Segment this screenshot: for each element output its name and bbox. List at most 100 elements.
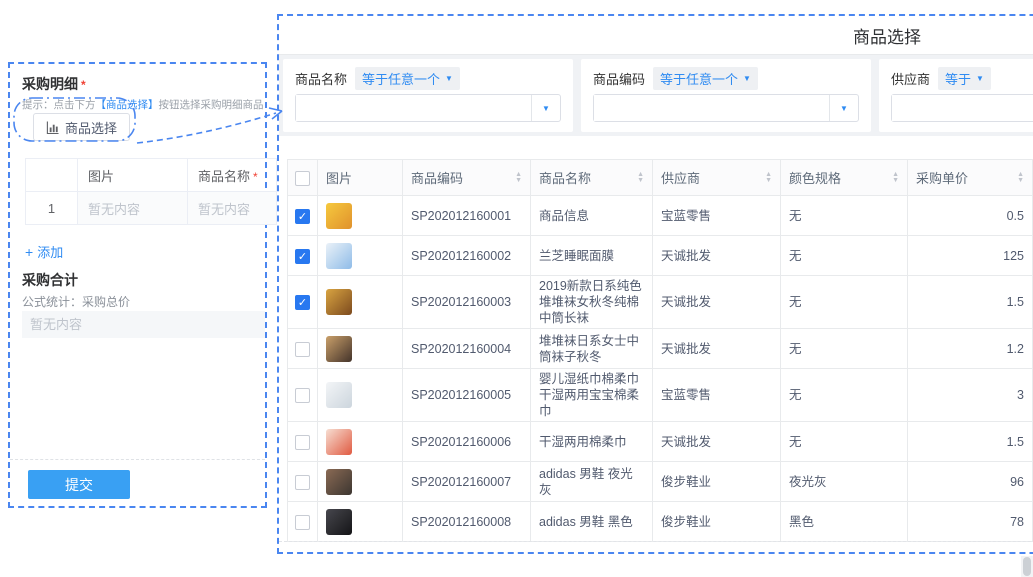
header-spec: 颜色规格▲▼ (781, 160, 908, 196)
cell-name: adidas 男鞋 夜光灰 (531, 462, 653, 502)
dropdown-toggle[interactable]: ▼ (531, 95, 560, 121)
product-image (326, 243, 352, 269)
header-image: 图片 (318, 160, 403, 196)
col-image: 图片 (78, 159, 188, 192)
filter-label: 商品名称 (295, 69, 347, 88)
cell-name: 2019新款日系纯色堆堆袜女秋冬纯棉中筒长袜 (531, 276, 653, 329)
row-checkbox[interactable] (295, 388, 310, 403)
cell-supplier: 宝蓝零售 (653, 369, 781, 422)
cell-price: 0.5 (908, 196, 1033, 236)
cell-price: 1.5 (908, 422, 1033, 462)
product-row[interactable]: SP202012160005 婴儿湿纸巾棉柔巾干湿两用宝宝棉柔巾 宝蓝零售 无 … (288, 369, 1033, 422)
modal-title: 商品选择 (853, 23, 921, 48)
bar-chart-icon (46, 121, 59, 134)
cell-spec: 无 (781, 276, 908, 329)
chevron-down-icon: ▼ (840, 104, 848, 113)
row-checkbox[interactable]: ✓ (295, 209, 310, 224)
row-checkbox[interactable] (295, 435, 310, 450)
cell-name: 婴儿湿纸巾棉柔巾干湿两用宝宝棉柔巾 (531, 369, 653, 422)
row-image-placeholder: 暂无内容 (78, 192, 188, 225)
product-select-button[interactable]: 商品选择 (33, 113, 130, 141)
operator-dropdown[interactable]: 等于任意一个▼ (653, 67, 758, 90)
col-name: 商品名称* (188, 159, 277, 192)
modal-header: 商品选择 (279, 16, 1033, 55)
product-image (326, 429, 352, 455)
page-scrollbar[interactable] (1021, 556, 1033, 577)
submit-button[interactable]: 提交 (28, 470, 130, 499)
cell-price: 125 (908, 236, 1033, 276)
cell-name: 兰芝睡眠面膜 (531, 236, 653, 276)
header-supplier: 供应商▲▼ (653, 160, 781, 196)
product-image (326, 469, 352, 495)
formula-label: 公式统计：采购总价 (22, 293, 130, 310)
filter-label: 商品编码 (593, 69, 645, 88)
cell-code: SP202012160006 (403, 422, 531, 462)
product-image (326, 382, 352, 408)
operator-dropdown[interactable]: 等于任意一个▼ (355, 67, 460, 90)
product-row[interactable]: ✓ SP202012160001 商品信息 宝蓝零售 无 0.5 (288, 196, 1033, 236)
dropdown-toggle[interactable]: ▼ (829, 95, 858, 121)
header-price: 采购单价▲▼ (908, 160, 1033, 196)
filter-value-input[interactable] (892, 95, 1033, 121)
modal-footer-divider (279, 541, 1033, 542)
detail-row: 1 暂无内容 暂无内容 (26, 192, 277, 225)
product-row[interactable]: SP202012160004 堆堆袜日系女士中筒袜子秋冬 天诚批发 无 1.2 (288, 329, 1033, 369)
cell-price: 1.5 (908, 276, 1033, 329)
product-image (326, 509, 352, 535)
cell-price: 3 (908, 369, 1033, 422)
chevron-down-icon: ▼ (976, 74, 984, 83)
product-row[interactable]: ✓ SP202012160003 2019新款日系纯色堆堆袜女秋冬纯棉中筒长袜 … (288, 276, 1033, 329)
row-checkbox[interactable] (295, 475, 310, 490)
product-row[interactable]: SP202012160008 adidas 男鞋 黑色 俊步鞋业 黑色 78 (288, 502, 1033, 542)
cell-supplier: 宝蓝零售 (653, 196, 781, 236)
required-asterisk: * (81, 78, 86, 92)
cell-name: 商品信息 (531, 196, 653, 236)
sort-icon[interactable]: ▲▼ (1017, 172, 1024, 183)
product-row[interactable]: SP202012160007 adidas 男鞋 夜光灰 俊步鞋业 夜光灰 96 (288, 462, 1033, 502)
product-table: 图片 商品编码▲▼ 商品名称▲▼ 供应商▲▼ 颜色规格▲▼ 采购单价▲▼ ✓ S… (287, 159, 1033, 542)
filter-product-code: 商品编码 等于任意一个▼ ▼ (581, 59, 871, 132)
row-index: 1 (26, 192, 78, 225)
plus-icon: + (25, 244, 33, 260)
product-image (326, 203, 352, 229)
product-row[interactable]: SP202012160006 干湿两用棉柔巾 天诚批发 无 1.5 (288, 422, 1033, 462)
product-select-modal: 商品选择 商品名称 等于任意一个▼ ▼ 商品编码 等于任意一个▼ ▼ (277, 14, 1033, 554)
cell-spec: 无 (781, 369, 908, 422)
select-all-checkbox[interactable] (295, 171, 310, 186)
sort-icon[interactable]: ▲▼ (765, 172, 772, 183)
sort-icon[interactable]: ▲▼ (892, 172, 899, 183)
product-table-wrap: 图片 商品编码▲▼ 商品名称▲▼ 供应商▲▼ 颜色规格▲▼ 采购单价▲▼ ✓ S… (279, 136, 1033, 542)
cell-spec: 无 (781, 236, 908, 276)
filter-label: 供应商 (891, 69, 930, 88)
filter-value-input[interactable] (296, 95, 531, 121)
cell-code: SP202012160004 (403, 329, 531, 369)
cell-supplier: 天诚批发 (653, 329, 781, 369)
scrollbar-thumb[interactable] (1023, 557, 1031, 576)
sort-icon[interactable]: ▲▼ (515, 172, 522, 183)
cell-price: 96 (908, 462, 1033, 502)
product-select-button-label: 商品选择 (65, 118, 117, 137)
hint-text: 提示：点击下方【商品选择】按钮选择采购明细商品 (22, 97, 264, 112)
cell-code: SP202012160002 (403, 236, 531, 276)
cell-name: 堆堆袜日系女士中筒袜子秋冬 (531, 329, 653, 369)
chevron-down-icon: ▼ (542, 104, 550, 113)
row-checkbox[interactable] (295, 342, 310, 357)
cell-code: SP202012160008 (403, 502, 531, 542)
row-checkbox[interactable]: ✓ (295, 295, 310, 310)
filter-supplier: 供应商 等于▼ (879, 59, 1033, 132)
operator-dropdown[interactable]: 等于▼ (938, 67, 991, 90)
add-row-button[interactable]: +添加 (25, 242, 63, 261)
chevron-down-icon: ▼ (743, 74, 751, 83)
filter-product-name: 商品名称 等于任意一个▼ ▼ (283, 59, 573, 132)
cell-spec: 无 (781, 329, 908, 369)
cell-code: SP202012160003 (403, 276, 531, 329)
sort-icon[interactable]: ▲▼ (637, 172, 644, 183)
product-row[interactable]: ✓ SP202012160002 兰芝睡眠面膜 天诚批发 无 125 (288, 236, 1033, 276)
filter-value-input[interactable] (594, 95, 829, 121)
row-checkbox[interactable] (295, 515, 310, 530)
row-checkbox[interactable]: ✓ (295, 249, 310, 264)
cell-code: SP202012160005 (403, 369, 531, 422)
row-name-placeholder: 暂无内容 (188, 192, 277, 225)
cell-code: SP202012160001 (403, 196, 531, 236)
purchase-detail-table: 图片 商品名称* 1 暂无内容 暂无内容 (25, 158, 277, 225)
